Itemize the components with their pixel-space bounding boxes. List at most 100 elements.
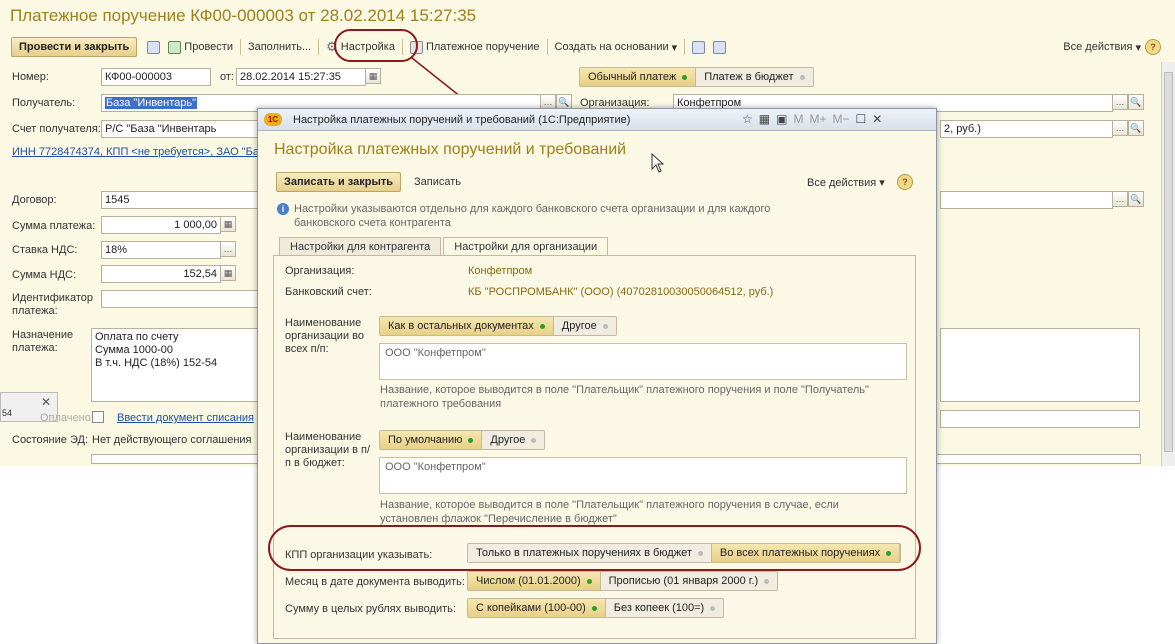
option-label: Как в остальных документах [388, 320, 534, 332]
identifier-label: Идентификатор платежа: [12, 292, 93, 317]
memory-minus-icon[interactable]: M− [832, 112, 849, 126]
dialog-tabs: Настройки для контрагента Настройки для … [279, 237, 609, 256]
with-kopecks-option[interactable]: С копейками (100-00) [468, 599, 606, 617]
vat-sum-field[interactable]: 152,54 [101, 265, 221, 283]
calculator-icon[interactable]: ▦ [220, 265, 236, 281]
identifier-field[interactable] [101, 290, 261, 308]
select-button[interactable]: … [1112, 94, 1128, 110]
dialog-header: Настройка платежных поручений и требован… [274, 141, 627, 158]
purpose-textarea[interactable]: Оплата по счету Сумма 1000-00 В т.ч. НДС… [91, 328, 261, 402]
settings-dialog: 1С Настройка платежных поручений и требо… [257, 108, 937, 644]
star-icon[interactable]: ☆ [742, 112, 753, 126]
inn-link[interactable]: ИНН 7728474374, КПП <не требуется>, ЗАО … [12, 146, 259, 158]
other-option[interactable]: Другое [482, 431, 544, 449]
memory-m-icon[interactable]: M [793, 112, 803, 126]
maximize-icon[interactable]: ☐ [855, 112, 866, 126]
unselected-dot-icon [799, 74, 805, 80]
name-all-textarea[interactable]: ООО "Конфетпром" [379, 343, 907, 380]
contract-field[interactable]: 1545 [101, 191, 261, 209]
default-option[interactable]: По умолчанию [380, 431, 483, 449]
help-icon[interactable]: ? [1145, 39, 1161, 55]
sum-label: Сумма платежа: [12, 220, 96, 232]
contract-label: Договор: [12, 194, 57, 206]
search-icon[interactable]: 🔍 [1128, 191, 1144, 207]
dropdown-arrow-icon: ▾ [1135, 41, 1141, 54]
option-label: Числом (01.01.2000) [476, 575, 581, 587]
post-and-close-button[interactable]: Провести и закрыть [11, 37, 138, 57]
unselected-dot-icon [531, 437, 537, 443]
post-button[interactable]: Провести [164, 40, 237, 54]
create-based-on-menu[interactable]: Создать на основании ▾ [551, 41, 682, 54]
number-label: Номер: [12, 71, 49, 83]
select-button[interactable]: … [1112, 191, 1128, 207]
calculator-icon[interactable]: ▦ [220, 216, 236, 232]
vat-rate-field[interactable]: 18% [101, 241, 221, 259]
search-icon[interactable]: 🔍 [1128, 120, 1144, 136]
enter-document-link[interactable]: Ввести документ списания [117, 412, 254, 424]
right-field[interactable] [940, 191, 1113, 209]
ordinary-payment-option[interactable]: Обычный платеж [580, 68, 697, 86]
dialog-window-title: Настройка платежных поручений и требован… [293, 114, 631, 126]
rubles-toggle: С копейками (100-00) Без копеек (100=) [467, 598, 725, 618]
save-icon[interactable] [143, 40, 164, 54]
edo-label: Состояние ЭД: [12, 434, 88, 446]
tab-organization[interactable]: Настройки для организации [443, 237, 609, 256]
option-label: С копейками (100-00) [476, 602, 586, 614]
recipient-label: Получатель: [12, 97, 76, 109]
post-label: Провести [184, 41, 233, 53]
close-icon[interactable]: ✕ [41, 395, 51, 409]
window-controls: ☆ ▦ ▣ M M+ M− ☐ ✕ [742, 112, 882, 126]
vat-sum-label: Сумма НДС: [12, 269, 77, 281]
all-actions-menu[interactable]: Все действия ▾ [1059, 41, 1145, 54]
date-field[interactable]: 28.02.2014 15:27:35 [236, 68, 366, 86]
select-button[interactable]: … [220, 241, 236, 257]
sum-field[interactable]: 1 000,00 [101, 216, 221, 234]
selected-dot-icon [468, 437, 474, 443]
month-number-option[interactable]: Числом (01.01.2000) [468, 572, 601, 590]
name-budget-label: Наименование организации в п/п в бюджет: [285, 431, 371, 469]
post-icon [168, 40, 182, 54]
payment-order-label: Платежное поручение [425, 41, 540, 53]
info-icon: i [277, 203, 289, 215]
number-field[interactable]: КФ00-000003 [101, 68, 211, 86]
save-and-close-button[interactable]: Записать и закрыть [276, 172, 402, 192]
fill-button[interactable]: Заполнить... [244, 41, 315, 53]
month-words-option[interactable]: Прописью (01 января 2000 г.) [601, 572, 778, 590]
budget-payment-option[interactable]: Платеж в бюджет [696, 68, 812, 86]
purpose-line: В т.ч. НДС (18%) 152-54 [95, 357, 218, 369]
without-kopecks-option[interactable]: Без копеек (100=) [606, 599, 723, 617]
table-icon[interactable]: ▦ [759, 112, 770, 126]
help-icon[interactable]: ? [897, 174, 913, 190]
selected-dot-icon [586, 578, 592, 584]
structure-icon[interactable] [709, 40, 730, 54]
vertical-scrollbar[interactable] [1161, 62, 1175, 466]
option-label: Без копеек (100=) [613, 602, 705, 614]
dialog-all-actions-menu[interactable]: Все действия ▾ [803, 176, 889, 190]
edo-value: Нет действующего соглашения [92, 434, 252, 446]
paid-checkbox[interactable] [92, 411, 104, 423]
name-budget-textarea[interactable]: ООО "Конфетпром" [379, 457, 907, 494]
right-lower-field[interactable] [940, 410, 1140, 428]
bank-account-value: КБ "РОСПРОМБАНК" (ООО) (4070281003005006… [468, 286, 774, 298]
scrollbar-thumb[interactable] [1164, 72, 1173, 452]
memory-plus-icon[interactable]: M+ [809, 112, 826, 126]
purpose-textarea-right[interactable] [940, 328, 1140, 402]
other-option[interactable]: Другое [554, 317, 616, 335]
calendar-icon[interactable]: ▦ [365, 68, 381, 84]
document-list-icon[interactable] [688, 40, 709, 54]
option-label: Другое [561, 320, 597, 332]
calendar-icon[interactable]: ▣ [776, 112, 787, 126]
payment-order-print-button[interactable]: Платежное поручение [406, 40, 544, 54]
close-icon[interactable]: ✕ [872, 112, 882, 126]
organization-account-field[interactable]: 2, руб.) [940, 120, 1113, 138]
tab-counterparty[interactable]: Настройки для контрагента [279, 237, 442, 256]
search-icon[interactable]: 🔍 [1128, 94, 1144, 110]
all-actions-label: Все действия [807, 176, 877, 189]
save-button[interactable]: Записать [414, 176, 461, 188]
recipient-account-field[interactable]: Р/С "База "Инвентарь [101, 120, 261, 138]
same-as-other-docs-option[interactable]: Как в остальных документах [380, 317, 554, 335]
dropdown-arrow-icon: ▾ [671, 41, 678, 54]
side-value: 54 [2, 408, 13, 418]
info-text: Настройки указываются отдельно для каждо… [294, 203, 771, 229]
select-button[interactable]: … [1112, 120, 1128, 136]
